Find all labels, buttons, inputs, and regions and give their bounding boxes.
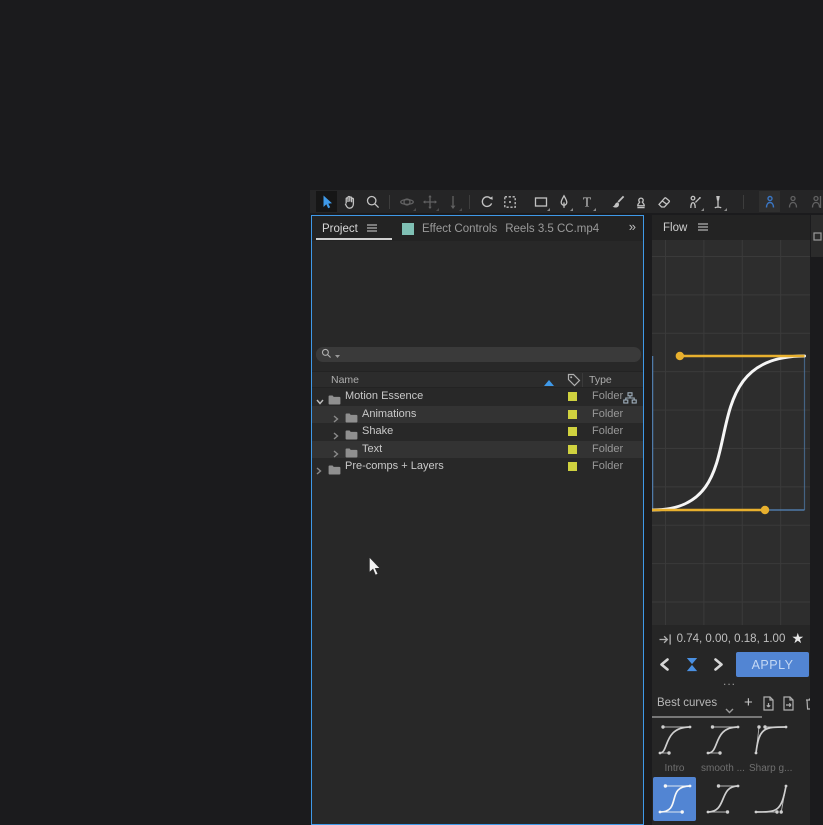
label-color-chip[interactable] bbox=[568, 409, 577, 419]
active-tab-underline bbox=[316, 238, 392, 240]
person-tool-icon bbox=[782, 191, 803, 212]
tab-overflow-chevrons[interactable]: » bbox=[629, 219, 636, 234]
item-name[interactable]: Animations bbox=[362, 408, 416, 420]
project-panel: Project Effect Controls Reels 3.5 CC.mp4… bbox=[311, 215, 644, 825]
hand-tool-icon[interactable] bbox=[339, 191, 360, 212]
panel-resize-handle[interactable]: ... bbox=[652, 675, 807, 687]
label-color-chip[interactable] bbox=[568, 462, 577, 472]
preset-label: Sharp g... bbox=[749, 763, 792, 774]
item-type: Folder bbox=[592, 425, 624, 438]
tab-document-name: Reels 3.5 CC.mp4 bbox=[505, 222, 600, 235]
tree-row-motion-essence[interactable]: Motion Essence Folder bbox=[312, 388, 643, 406]
preset-thumbnail-3[interactable] bbox=[653, 777, 696, 821]
search-input[interactable] bbox=[316, 347, 641, 362]
panel-menu-icon[interactable] bbox=[366, 220, 378, 238]
item-type: Folder bbox=[592, 390, 624, 402]
person-highlight-tool-icon[interactable] bbox=[759, 191, 780, 212]
library-dropdown[interactable]: Best curves bbox=[657, 697, 717, 709]
expand-chevron-icon[interactable] bbox=[316, 462, 322, 480]
add-preset-button[interactable]: + bbox=[744, 694, 753, 711]
handle-dot-p2[interactable] bbox=[675, 351, 685, 361]
tree-row-animations[interactable]: Animations Folder bbox=[312, 405, 643, 424]
flow-panel-title: Flow bbox=[663, 221, 688, 234]
project-item-list: Motion Essence Folder Animations Folder Shak… bbox=[312, 388, 643, 476]
tab-project-label: Project bbox=[322, 222, 358, 235]
preset-library-row: Best curves + bbox=[652, 693, 810, 715]
comp-swatch-icon bbox=[402, 222, 414, 235]
list-column-header: Name Type bbox=[312, 371, 643, 388]
label-color-chip[interactable] bbox=[568, 392, 577, 401]
preset-thumbnail-smooth[interactable] bbox=[701, 718, 744, 762]
selection-tool-icon[interactable] bbox=[316, 191, 337, 212]
person-partial-tool-icon bbox=[805, 191, 823, 212]
item-name[interactable]: Pre-comps + Layers bbox=[345, 460, 444, 472]
export-presets-icon[interactable] bbox=[782, 696, 795, 716]
clone-stamp-tool-icon[interactable] bbox=[630, 191, 651, 212]
clipped-panel-edge bbox=[811, 215, 823, 257]
previous-curve-icon[interactable] bbox=[659, 658, 670, 676]
import-presets-icon[interactable] bbox=[762, 696, 775, 716]
preset-thumbnail-sharp-g[interactable] bbox=[749, 718, 792, 762]
flow-logo-icon[interactable] bbox=[685, 657, 699, 677]
dolly-camera-tool-icon bbox=[442, 191, 463, 212]
handle-dot-p1[interactable] bbox=[760, 505, 770, 515]
label-color-chip[interactable] bbox=[568, 427, 577, 437]
favorite-star-icon[interactable]: ★ bbox=[791, 630, 804, 647]
delete-preset-icon[interactable] bbox=[803, 696, 810, 716]
flow-panel-header: Flow bbox=[652, 215, 810, 240]
pan-camera-tool-icon bbox=[419, 191, 440, 212]
brush-tool-icon[interactable] bbox=[607, 191, 628, 212]
folder-icon bbox=[328, 462, 341, 480]
preset-label: smooth ... bbox=[701, 763, 744, 774]
item-name[interactable]: Motion Essence bbox=[345, 390, 423, 402]
type-tool-icon[interactable]: T bbox=[576, 191, 597, 212]
tab-effect-controls-label: Effect Controls bbox=[422, 222, 498, 235]
camera-region-tool-icon[interactable] bbox=[499, 191, 520, 212]
zoom-tool-icon[interactable] bbox=[362, 191, 383, 212]
roto-brush-tool-icon[interactable] bbox=[684, 191, 705, 212]
item-name[interactable]: Shake bbox=[362, 425, 393, 437]
panel-tab-bar: Project Effect Controls Reels 3.5 CC.mp4… bbox=[312, 216, 643, 241]
bezier-values-row: 0.74, 0.00, 0.18, 1.00 ★ bbox=[652, 629, 810, 651]
toolbar-separator bbox=[743, 194, 744, 209]
pen-tool-icon[interactable] bbox=[553, 191, 574, 212]
bezier-values-text[interactable]: 0.74, 0.00, 0.18, 1.00 bbox=[652, 633, 810, 645]
column-name-label[interactable]: Name bbox=[331, 374, 359, 386]
item-type: Folder bbox=[592, 442, 624, 455]
column-divider bbox=[582, 373, 583, 387]
item-type: Folder bbox=[592, 460, 624, 473]
column-type-label[interactable]: Type bbox=[589, 374, 612, 386]
tree-row-text[interactable]: Text Folder bbox=[312, 440, 643, 459]
flow-curve-editor[interactable] bbox=[652, 240, 810, 625]
preset-thumbnail-5[interactable] bbox=[749, 777, 792, 821]
svg-text:T: T bbox=[582, 194, 591, 209]
puppet-pin-tool-icon[interactable] bbox=[707, 191, 728, 212]
bezier-curve[interactable] bbox=[652, 354, 806, 512]
rectangle-tool-icon[interactable] bbox=[530, 191, 551, 212]
orbit-camera-tool-icon bbox=[396, 191, 417, 212]
item-type: Folder bbox=[592, 407, 624, 420]
label-color-chip[interactable] bbox=[568, 444, 577, 454]
preset-thumbnail-4[interactable] bbox=[701, 777, 744, 821]
item-name[interactable]: Text bbox=[362, 443, 382, 455]
toolbar-separator bbox=[469, 194, 470, 209]
flow-panel: Flow 0.74, 0.00, 0.18, 1.00 ★ APPLY ... … bbox=[652, 215, 810, 825]
toolbar-separator bbox=[389, 194, 390, 209]
rotation-tool-icon[interactable] bbox=[476, 191, 497, 212]
tools-toolbar: T bbox=[310, 190, 823, 213]
preset-label: Intro bbox=[664, 763, 685, 774]
tab-effect-controls[interactable]: Effect Controls Reels 3.5 CC.mp4 bbox=[402, 216, 599, 241]
tree-row-shake[interactable]: Shake Folder bbox=[312, 423, 643, 441]
eraser-tool-icon[interactable] bbox=[653, 191, 674, 212]
preset-thumbnail-intro[interactable] bbox=[653, 718, 696, 762]
tree-row-pre-comps-layers[interactable]: Pre-comps + Layers Folder bbox=[312, 458, 643, 476]
apply-button[interactable]: APPLY bbox=[736, 652, 809, 677]
search-caret-icon bbox=[334, 346, 341, 364]
search-icon bbox=[321, 346, 332, 364]
panel-menu-icon[interactable] bbox=[697, 219, 709, 237]
preset-grid: Intro smooth ... Sharp g... bbox=[653, 718, 792, 821]
